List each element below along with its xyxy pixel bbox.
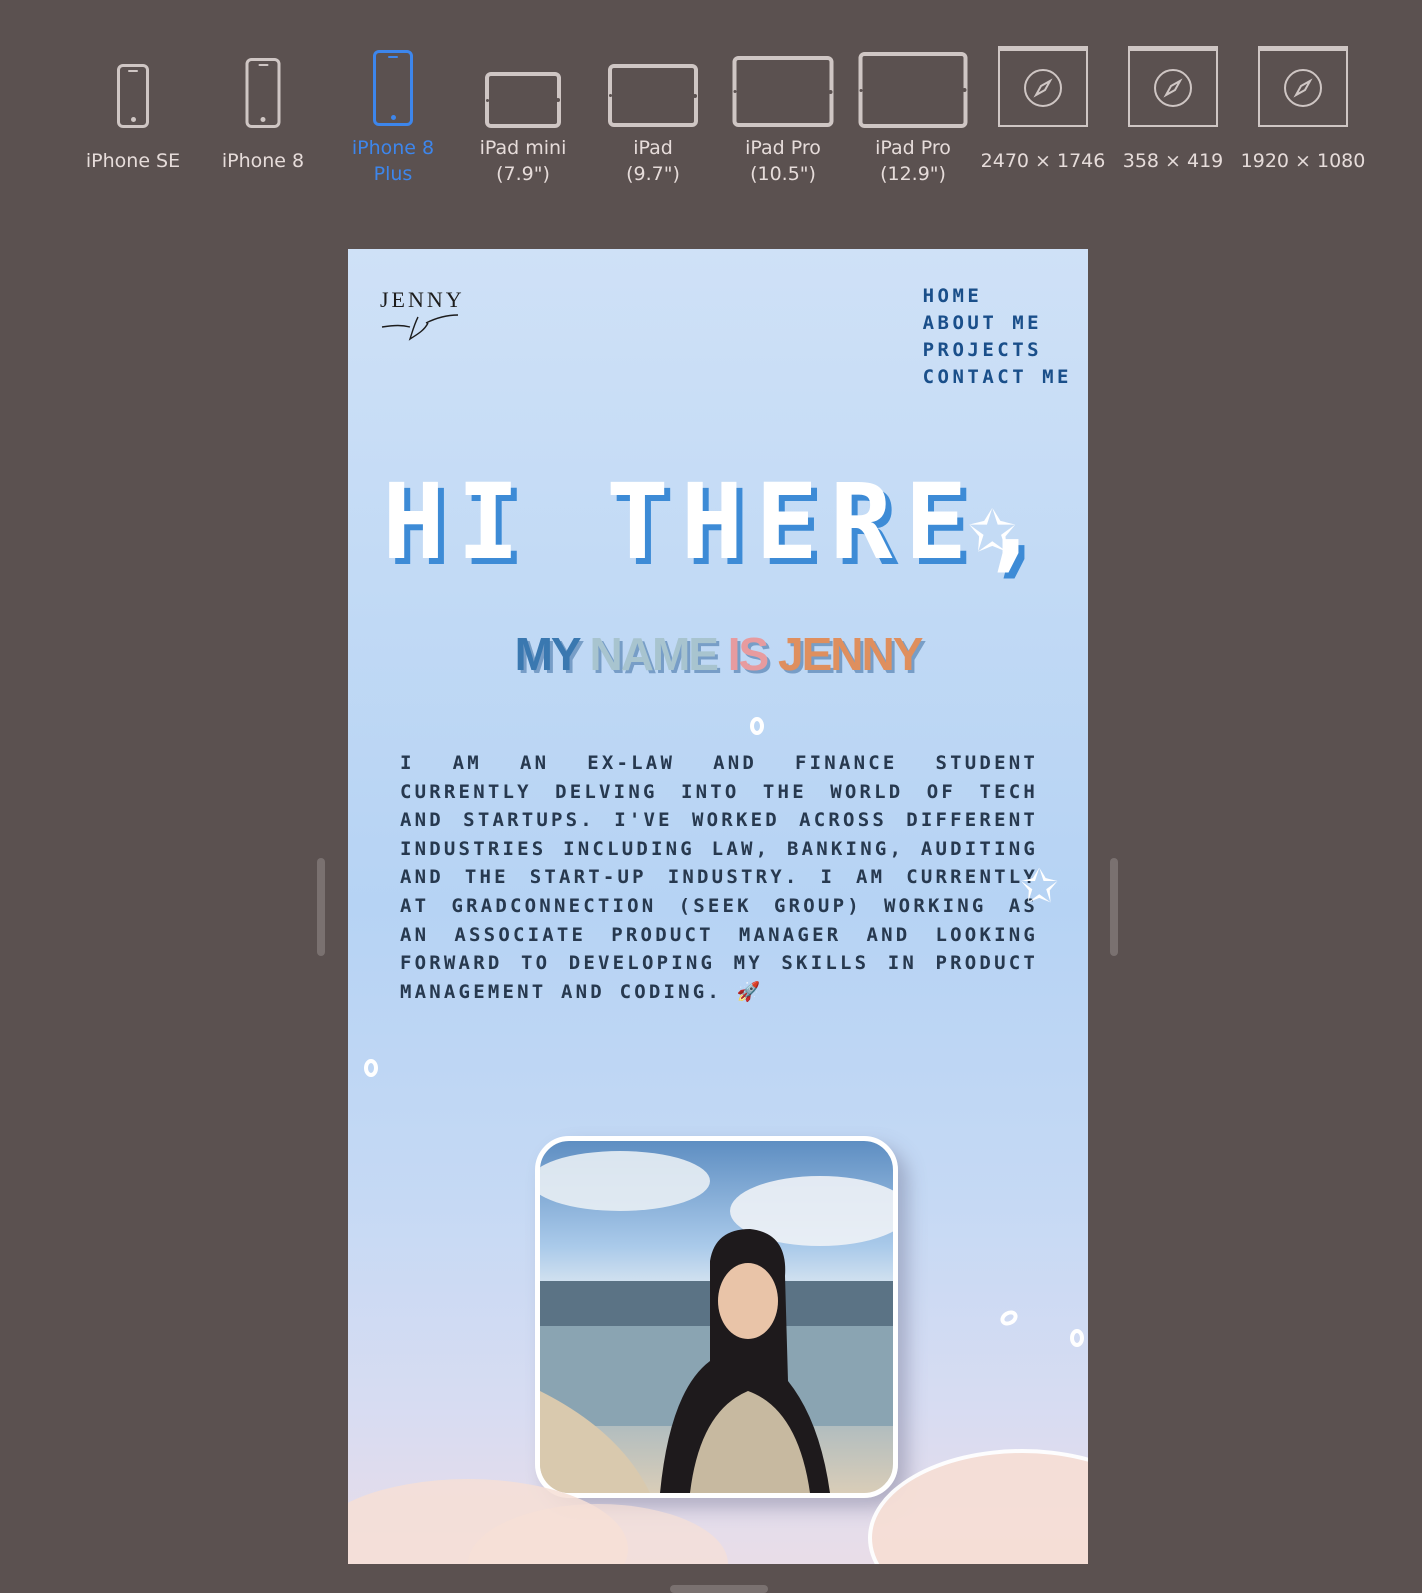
ipad-icon	[608, 64, 698, 127]
iphone-icon	[373, 50, 413, 126]
nav-about-me[interactable]: ABOUT ME	[923, 310, 1072, 337]
device-ipad-mini[interactable]: iPad mini (7.9")	[458, 70, 588, 190]
device-iphone-se[interactable]: iPhone SE	[68, 58, 198, 188]
device-label: 358 × 419	[1122, 150, 1224, 172]
ipad-icon	[732, 56, 834, 127]
nav-projects[interactable]: PROJECTS	[923, 337, 1072, 364]
device-label: 1920 × 1080	[1240, 150, 1366, 172]
resize-handle-left[interactable]	[317, 858, 325, 956]
resize-handle-right[interactable]	[1110, 858, 1118, 956]
ring-doodle-icon	[997, 1307, 1021, 1329]
compass-icon	[1154, 69, 1192, 107]
device-label: iPad Pro (12.9")	[875, 137, 951, 185]
compass-icon	[1284, 69, 1322, 107]
nav-home[interactable]: HOME	[923, 283, 1072, 310]
device-label: iPhone SE	[85, 150, 181, 172]
ipad-icon	[858, 52, 968, 128]
name-heading: MY NAME IS JENNY	[348, 627, 1088, 681]
device-custom-358[interactable]: 358 × 419	[1108, 44, 1238, 190]
name-word: IS	[727, 628, 769, 680]
device-iphone-8-plus[interactable]: iPhone 8 Plus	[328, 50, 458, 190]
device-ipad[interactable]: iPad (9.7")	[588, 62, 718, 190]
device-label: iPhone 8	[221, 150, 305, 172]
compass-icon	[1024, 69, 1062, 107]
browser-window-icon	[1128, 46, 1218, 127]
device-toolbar: iPhone SE iPhone 8 iPhone 8 Plus iPad mi…	[0, 0, 1422, 200]
device-label: iPad Pro (10.5")	[745, 137, 821, 185]
bio-paragraph: I am an ex-law and finance student curre…	[400, 752, 1038, 1003]
signature-icon	[381, 314, 459, 341]
device-ipad-pro-10-5[interactable]: iPad Pro (10.5")	[718, 54, 848, 190]
iphone-icon	[245, 58, 281, 128]
nav-contact-me[interactable]: CONTACT ME	[923, 364, 1072, 391]
name-word: NAME	[589, 628, 719, 680]
iphone-icon	[117, 64, 149, 128]
device-label: iPhone 8 Plus	[351, 137, 435, 185]
device-custom-1920[interactable]: 1920 × 1080	[1238, 44, 1368, 190]
device-preview: JENNY HOME ABOUT ME PROJECTS CONTACT ME …	[348, 249, 1088, 1564]
star-sparkle-icon: ✩	[1020, 859, 1059, 913]
name-word: JENNY	[778, 628, 923, 680]
profile-photo-illustration	[540, 1151, 893, 1493]
device-ipad-pro-12-9[interactable]: iPad Pro (12.9")	[848, 50, 978, 190]
device-label: iPad mini (7.9")	[479, 137, 567, 185]
ring-doodle-icon	[750, 717, 764, 735]
device-label: 2470 × 1746	[980, 150, 1106, 172]
resize-handle-bottom[interactable]	[670, 1585, 768, 1593]
site-nav: HOME ABOUT ME PROJECTS CONTACT ME	[923, 283, 1072, 391]
site-logo[interactable]: JENNY	[380, 287, 470, 347]
device-custom-2470[interactable]: 2470 × 1746	[978, 44, 1108, 190]
browser-window-icon	[1258, 46, 1348, 127]
device-label: iPad (9.7")	[626, 137, 680, 185]
star-sparkle-icon: ✩	[968, 497, 1017, 565]
ring-doodle-icon	[1070, 1329, 1084, 1347]
profile-photo	[535, 1136, 898, 1498]
ring-doodle-icon	[364, 1059, 378, 1077]
device-iphone-8[interactable]: iPhone 8	[198, 58, 328, 188]
cloud-decoration	[868, 1449, 1088, 1564]
name-word: MY	[514, 628, 581, 680]
ipad-icon	[485, 72, 561, 128]
browser-window-icon	[998, 46, 1088, 127]
logo-name: JENNY	[380, 287, 465, 312]
